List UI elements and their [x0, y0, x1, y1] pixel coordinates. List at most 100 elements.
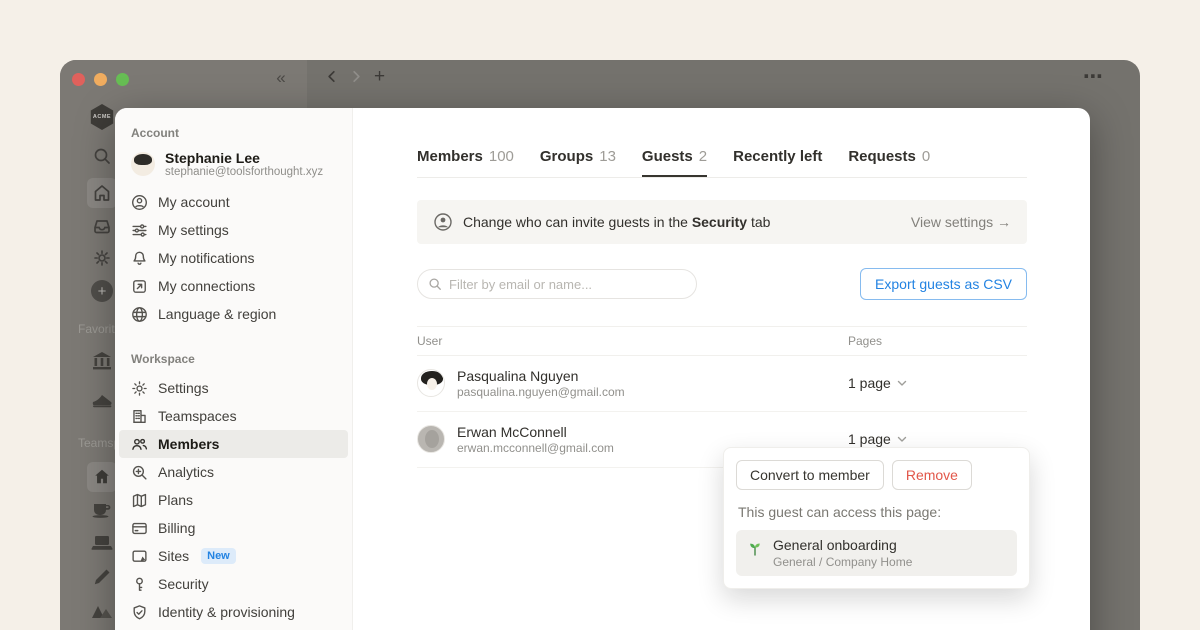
accessible-page-item[interactable]: General onboarding General / Company Hom… [736, 530, 1017, 576]
convert-to-member-button[interactable]: Convert to member [736, 460, 884, 490]
mountain-icon[interactable] [91, 603, 113, 620]
column-header-pages: Pages [848, 334, 882, 348]
sidebar-item-members[interactable]: Members [119, 430, 348, 458]
sidebar-item-language-region[interactable]: Language & region [119, 300, 348, 328]
account-section-heading: Account [131, 126, 336, 140]
view-settings-link[interactable]: View settings → [911, 214, 1011, 230]
sidebar-item-label: Settings [158, 380, 209, 396]
back-icon[interactable] [324, 69, 339, 84]
sidebar-item-label: Billing [158, 520, 195, 536]
zoom-window-button[interactable] [116, 73, 129, 86]
search-icon [428, 277, 442, 291]
new-badge: New [201, 548, 236, 564]
sidebar-item-label: My connections [158, 278, 255, 294]
shield-check-icon [131, 604, 148, 621]
sidebar-item-label: Security [158, 576, 209, 592]
pages-dropdown[interactable]: 1 page [848, 431, 907, 447]
magnifier-plus-icon [131, 464, 148, 481]
house-icon[interactable] [87, 462, 117, 492]
settings-sidebar: Account Stephanie Lee stephanie@toolsfor… [115, 108, 353, 630]
avatar [417, 369, 445, 397]
user-email: stephanie@toolsforthought.xyz [165, 166, 323, 178]
members-tabs: Members100 Groups13 Guests2 Recently lef… [417, 148, 1027, 178]
invite-guests-banner: Change who can invite guests in the Secu… [417, 200, 1027, 244]
sidebar-item-label: Analytics [158, 464, 214, 480]
sidebar-item-label: Teamspaces [158, 408, 237, 424]
sidebar-item-identity-provisioning[interactable]: Identity & provisioning [119, 598, 348, 626]
sidebar-item-label: My account [158, 194, 230, 210]
avatar [417, 425, 445, 453]
chevron-down-icon [897, 380, 907, 387]
browser-icon [131, 548, 148, 565]
page-title: General onboarding [773, 537, 912, 555]
sneaker-icon[interactable] [91, 392, 113, 408]
guest-name: Erwan McConnell [457, 424, 614, 441]
pages-dropdown[interactable]: 1 page [848, 375, 907, 391]
building-icon [131, 408, 148, 425]
tab-requests[interactable]: Requests0 [848, 148, 930, 177]
workspace-logo[interactable]: ACME [89, 104, 115, 130]
key-icon [131, 576, 148, 593]
table-header: User Pages [417, 326, 1027, 356]
page-path: General / Company Home [773, 555, 912, 569]
globe-icon [131, 306, 148, 323]
sidebar-item-label: My settings [158, 222, 229, 238]
sidebar-item-label: Language & region [158, 306, 276, 322]
chevron-down-icon [897, 436, 907, 443]
sidebar-item-teamspaces[interactable]: Teamspaces [119, 402, 348, 430]
banner-text: Change who can invite guests in the Secu… [463, 214, 770, 230]
laptop-icon[interactable] [91, 534, 113, 551]
close-window-button[interactable] [72, 73, 85, 86]
remove-guest-button[interactable]: Remove [892, 460, 972, 490]
guest-name: Pasqualina Nguyen [457, 368, 625, 385]
search-icon[interactable] [92, 146, 112, 166]
bell-icon [131, 250, 148, 267]
pencil-icon[interactable] [92, 567, 112, 587]
sidebar-item-security[interactable]: Security [119, 570, 348, 598]
arrow-out-box-icon [131, 278, 148, 295]
sidebar-item-billing[interactable]: Billing [119, 514, 348, 542]
tab-guests[interactable]: Guests2 [642, 148, 707, 177]
gear-icon[interactable] [92, 248, 112, 268]
sidebar-item-label: Members [158, 436, 219, 452]
tab-recently-left[interactable]: Recently left [733, 148, 822, 177]
minimize-window-button[interactable] [94, 73, 107, 86]
person-circle-icon [433, 212, 453, 232]
guest-email: pasqualina.nguyen@gmail.com [457, 385, 625, 399]
sidebar-item-my-settings[interactable]: My settings [119, 216, 348, 244]
credit-card-icon [131, 520, 148, 537]
tab-groups[interactable]: Groups13 [540, 148, 616, 177]
people-icon [131, 436, 148, 453]
more-options-icon[interactable]: ⋯ [1083, 64, 1104, 89]
coffee-icon[interactable] [91, 500, 113, 518]
new-tab-icon[interactable]: + [374, 69, 385, 84]
window-controls [72, 73, 129, 86]
account-user-row[interactable]: Stephanie Lee stephanie@toolsforthought.… [115, 148, 352, 188]
sidebar-item-my-account[interactable]: My account [119, 188, 348, 216]
sidebar-item-my-notifications[interactable]: My notifications [119, 244, 348, 272]
inbox-icon[interactable] [92, 216, 112, 236]
home-icon[interactable] [87, 178, 117, 208]
tab-members[interactable]: Members100 [417, 148, 514, 177]
export-guests-csv-button[interactable]: Export guests as CSV [860, 268, 1027, 300]
sidebar-item-sites[interactable]: Sites New [119, 542, 348, 570]
filter-input-wrapper [417, 269, 697, 299]
sidebar-item-my-connections[interactable]: My connections [119, 272, 348, 300]
map-icon [131, 492, 148, 509]
forward-icon[interactable] [349, 69, 364, 84]
filter-input[interactable] [449, 277, 686, 292]
sidebar-item-settings[interactable]: Settings [119, 374, 348, 402]
guest-actions-popup: Convert to member Remove This guest can … [723, 447, 1030, 589]
workspace-section-heading: Workspace [131, 352, 336, 366]
seedling-icon [746, 539, 764, 557]
collapse-sidebar-icon[interactable]: « [270, 68, 292, 88]
bank-icon[interactable] [91, 350, 113, 372]
sidebar-item-analytics[interactable]: Analytics [119, 458, 348, 486]
sliders-icon [131, 222, 148, 239]
sidebar-item-label: My notifications [158, 250, 254, 266]
new-page-icon[interactable]: + [91, 280, 113, 302]
user-avatar [131, 152, 155, 176]
person-circle-icon [131, 194, 148, 211]
sidebar-item-plans[interactable]: Plans [119, 486, 348, 514]
table-row[interactable]: Pasqualina Nguyen pasqualina.nguyen@gmai… [417, 356, 1027, 412]
